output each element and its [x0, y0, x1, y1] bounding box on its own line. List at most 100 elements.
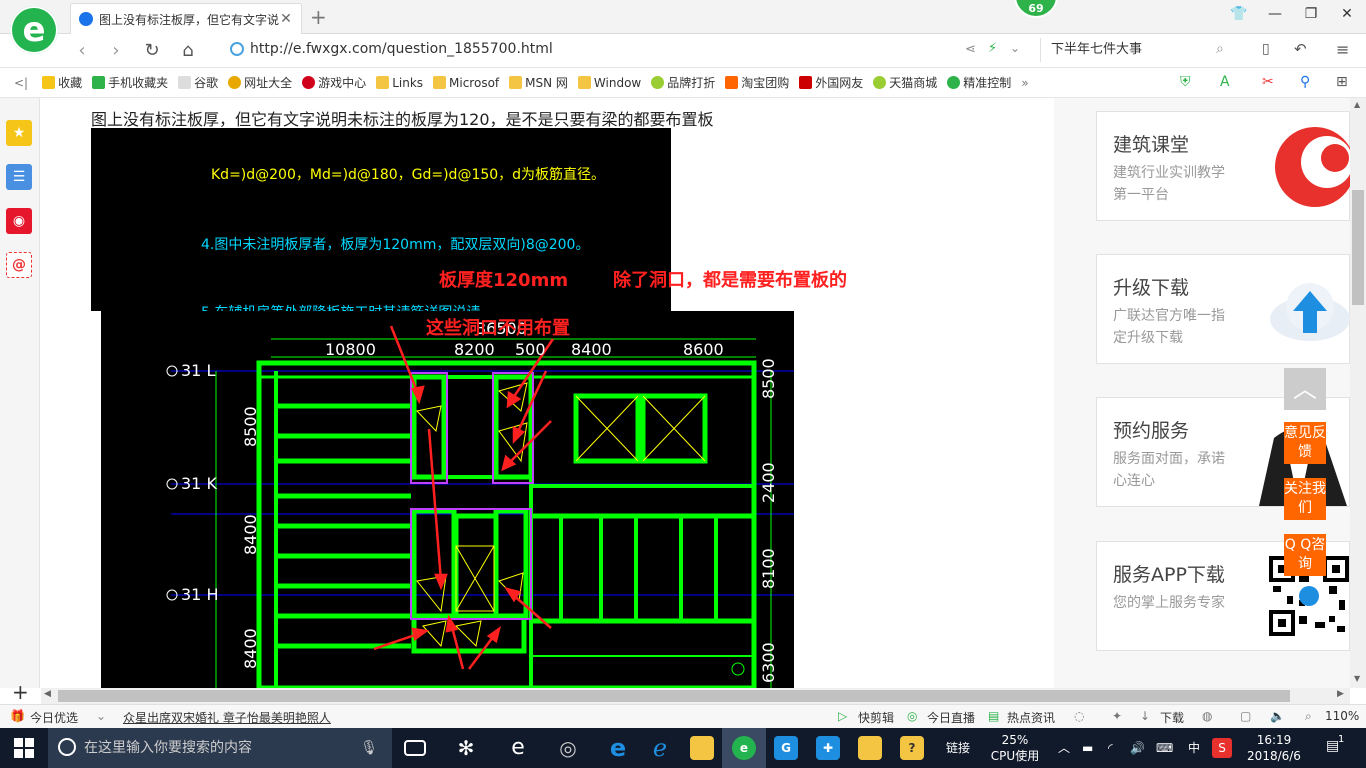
ie-taskbar-icon[interactable]: e — [506, 736, 530, 760]
help-app-icon[interactable]: ? — [900, 736, 924, 760]
close-window-button[interactable]: ✕ — [1336, 6, 1358, 26]
new-tab-button[interactable]: + — [310, 5, 330, 29]
favorites-star-icon[interactable]: ★ — [6, 120, 32, 146]
windows-start-icon[interactable] — [14, 738, 34, 758]
bookmark-folder[interactable]: Links — [376, 76, 423, 90]
minimize-button[interactable]: — — [1264, 6, 1286, 26]
clock[interactable]: 16:19 2018/6/6 — [1244, 732, 1304, 764]
follow-us-button[interactable]: 关注我们 — [1284, 478, 1326, 520]
card-upgrade-download[interactable]: 升级下载 广联达官方唯一指定升级下载 — [1096, 254, 1350, 364]
keyboard-icon[interactable]: ⌨ — [1156, 740, 1173, 756]
bookmark-item[interactable]: 谷歌 — [178, 74, 218, 91]
search-box[interactable]: 下半年七件大事 — [1040, 38, 1242, 62]
spiral-app-icon[interactable]: ◎ — [556, 736, 580, 760]
bookmark-item[interactable]: 淘宝团购 — [725, 74, 789, 91]
browser-icon[interactable]: ◍ — [1202, 709, 1212, 723]
vertical-scroll-thumb[interactable] — [1352, 190, 1364, 305]
bookmark-item[interactable]: 品牌打折 — [651, 74, 715, 91]
360-browser-taskbar-icon[interactable]: e — [732, 736, 756, 760]
speaker-icon[interactable]: 🔈 — [1270, 709, 1285, 723]
news-ticker-link[interactable]: 众星出席双宋婚礼 章子怡最美明艳照人 — [123, 709, 331, 726]
notepad-app-icon[interactable] — [858, 736, 882, 760]
g-app-icon[interactable]: G — [774, 736, 798, 760]
tab-active[interactable]: 图上没有标注板厚，但它有文字说明未标注 ✕ — [70, 3, 302, 34]
today-live-link[interactable]: 今日直播 — [927, 709, 975, 726]
card-building-classroom[interactable]: 建筑课堂 建筑行业实训教学第一平台 — [1096, 111, 1351, 221]
bookmark-item[interactable]: 游戏中心 — [302, 74, 366, 91]
apps-grid-icon[interactable]: ⊞ — [1336, 74, 1348, 90]
url-field[interactable]: http://e.fwxgx.com/question_1855700.html — [230, 41, 553, 57]
scroll-right-icon[interactable]: ▶ — [1337, 689, 1344, 699]
fan-app-icon[interactable]: ✻ — [454, 736, 478, 760]
undo-icon[interactable]: ↶ — [1294, 40, 1307, 58]
quick-cut-link[interactable]: 快剪辑 — [858, 709, 894, 726]
chevron-down-icon[interactable]: ⌄ — [96, 709, 106, 723]
lightning-icon[interactable]: ⚡ — [988, 41, 997, 56]
forward-icon[interactable]: › — [104, 40, 128, 61]
speed-icon[interactable]: ◌ — [1074, 709, 1084, 723]
bookmark-item[interactable]: 收藏 — [42, 74, 82, 91]
zoom-icon[interactable]: ⌕ — [1305, 709, 1312, 724]
translate-icon[interactable]: A — [1220, 74, 1230, 90]
bookmark-item[interactable]: 天猫商城 — [873, 74, 937, 91]
ime-indicator[interactable]: 中 — [1188, 740, 1200, 756]
wifi-icon[interactable]: ◜ — [1108, 740, 1113, 756]
volume-icon[interactable]: 🔊 — [1130, 740, 1145, 756]
back-icon[interactable]: ‹ — [70, 40, 94, 61]
search-icon[interactable]: ⌕ — [1216, 41, 1224, 57]
horizontal-scroll-thumb[interactable] — [58, 690, 1290, 702]
bookmark-folder[interactable]: Microsof — [433, 76, 499, 90]
add-sidebar-button[interactable]: + — [12, 680, 29, 704]
more-bookmarks-icon[interactable]: » — [1021, 76, 1028, 90]
share-icon[interactable]: ⋖ — [965, 42, 976, 57]
mobile-icon[interactable]: ▯ — [1262, 41, 1270, 57]
download-icon[interactable]: ↓ — [1140, 709, 1150, 723]
menu-icon[interactable]: ≡ — [1336, 40, 1349, 59]
microphone-icon[interactable]: 🎙 — [360, 728, 378, 768]
home-icon[interactable]: ⌂ — [176, 40, 200, 61]
scissors-icon[interactable]: ✂ — [1262, 74, 1274, 90]
download-link[interactable]: 下载 — [1160, 709, 1184, 726]
scroll-up-icon[interactable]: ▲ — [1354, 100, 1360, 109]
qq-consult-button[interactable]: Q Q咨询 — [1284, 534, 1326, 576]
pin-icon[interactable]: ✦ — [1112, 709, 1122, 723]
tray-expand-icon[interactable]: ︿ — [1058, 740, 1070, 756]
restore-button[interactable]: ❐ — [1300, 6, 1322, 26]
bookmark-item[interactable]: 手机收藏夹 — [92, 74, 168, 91]
taskbar-search-box[interactable]: 在这里输入你要搜索的内容 🎙 — [48, 728, 392, 768]
sidebar-toggle-icon[interactable]: <| — [14, 76, 28, 90]
hot-news-link[interactable]: 热点资讯 — [1007, 709, 1055, 726]
vertical-scrollbar[interactable] — [1350, 98, 1366, 688]
refresh-icon[interactable]: ↻ — [140, 40, 164, 61]
bookmark-item[interactable]: 精准控制 — [947, 74, 1011, 91]
task-view-icon[interactable] — [404, 740, 426, 756]
edge-icon[interactable]: e — [606, 736, 630, 760]
plus-app-icon[interactable]: ✚ — [816, 736, 840, 760]
tab-close-icon[interactable]: ✕ — [279, 11, 293, 27]
scroll-left-icon[interactable]: ◀ — [44, 689, 51, 699]
file-explorer-icon[interactable] — [690, 736, 714, 760]
shield-icon[interactable]: ⛨ — [1180, 74, 1191, 90]
scroll-down-icon[interactable]: ▼ — [1354, 674, 1360, 683]
reading-list-icon[interactable]: ☰ — [6, 164, 32, 190]
tray-app-icon[interactable]: ▬ — [1082, 740, 1093, 756]
bookmark-folder[interactable]: Window — [577, 76, 641, 90]
email-icon[interactable]: @ — [6, 252, 32, 278]
today-picks-link[interactable]: 今日优选 — [30, 709, 78, 726]
internet-explorer-icon[interactable]: ℯ — [648, 736, 672, 760]
weibo-icon[interactable]: ◉ — [6, 208, 32, 234]
feedback-button[interactable]: 意见反馈 — [1284, 422, 1326, 464]
sogou-ime-icon[interactable]: S — [1212, 738, 1232, 758]
gift-icon[interactable]: 🎁 — [10, 709, 25, 723]
window-icon[interactable]: ▢ — [1240, 709, 1251, 723]
bookmark-folder[interactable]: MSN 网 — [509, 74, 568, 91]
magnifier-icon[interactable]: ⚲ — [1300, 74, 1310, 90]
skin-icon[interactable]: 👕 — [1228, 6, 1250, 26]
back-to-top-button[interactable]: ︿ — [1284, 368, 1326, 410]
chevron-down-icon[interactable]: ⌄ — [1010, 41, 1020, 55]
bookmark-item[interactable]: 网址大全 — [228, 74, 292, 91]
zoom-level[interactable]: 110% — [1325, 709, 1359, 723]
browser-logo-icon[interactable]: e — [10, 6, 58, 54]
bookmark-item[interactable]: 外国网友 — [799, 74, 863, 91]
links-toolbar[interactable]: 链接 — [946, 740, 970, 756]
